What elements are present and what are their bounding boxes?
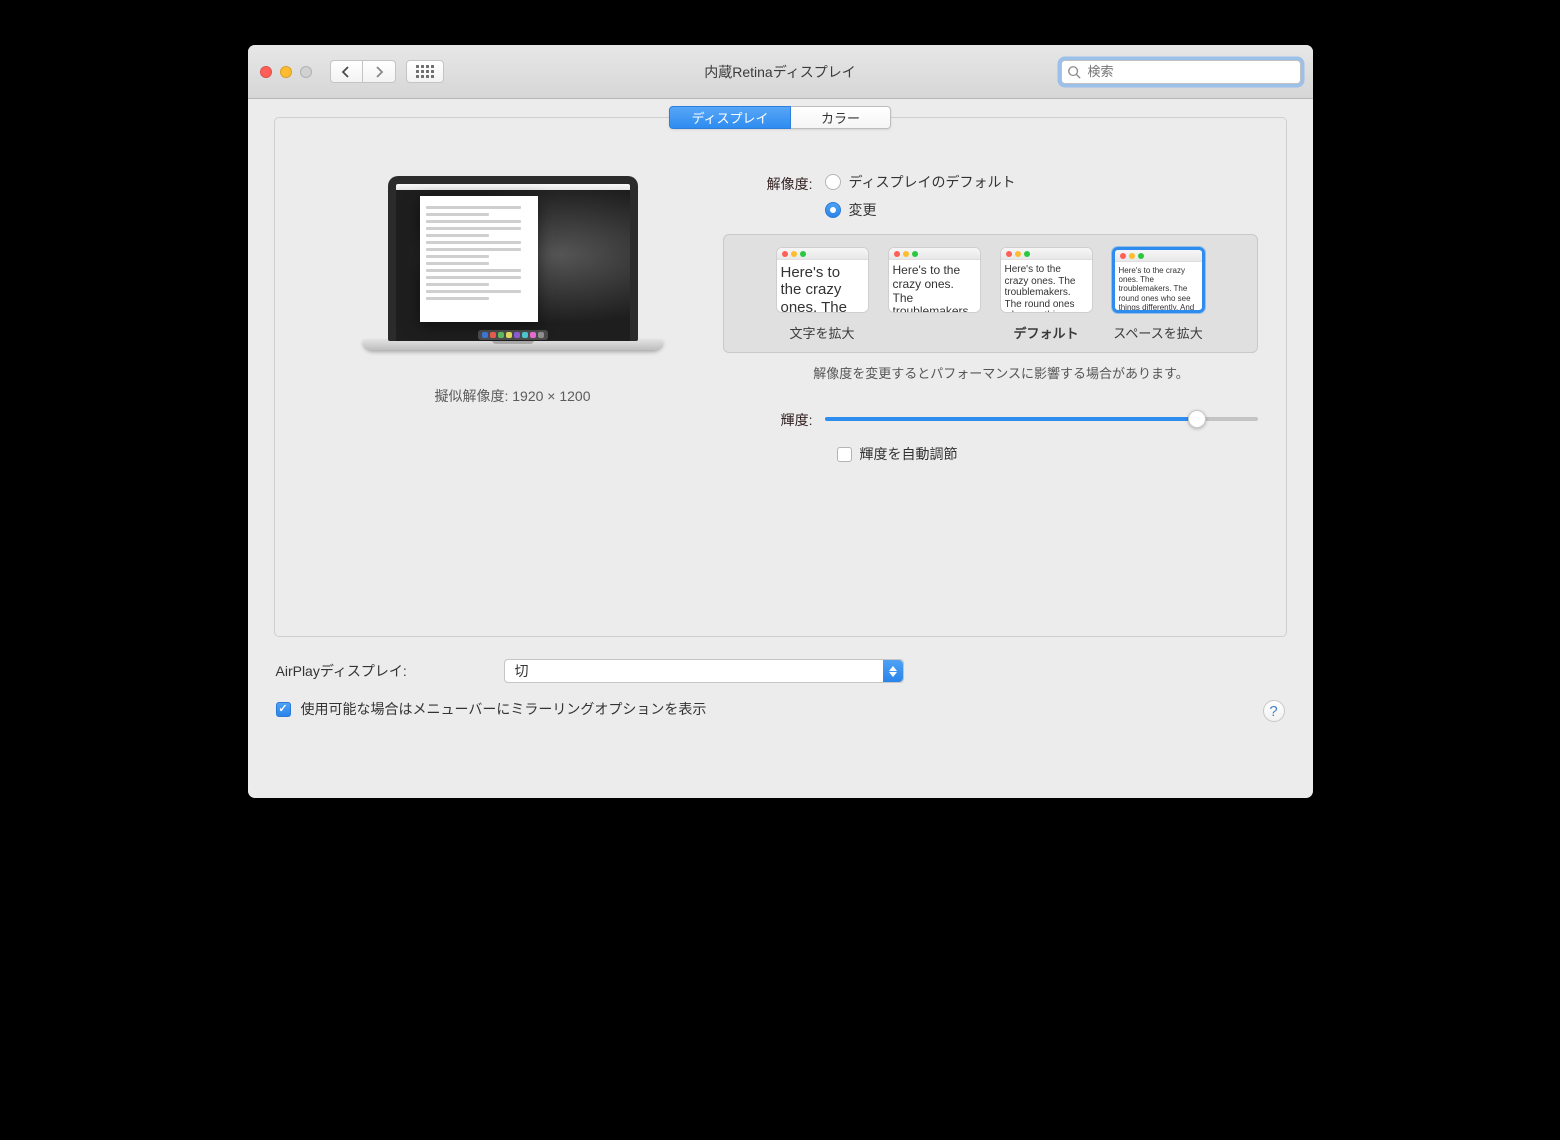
- scaling-option-larger-text[interactable]: Here's to the crazy ones. The troublemak…: [774, 247, 870, 342]
- show-all-button[interactable]: [406, 60, 444, 83]
- tab-display[interactable]: ディスプレイ: [669, 106, 791, 129]
- checkbox-box-icon: [837, 447, 852, 462]
- radio-default-for-display[interactable]: ディスプレイのデフォルト: [825, 172, 1016, 192]
- scaling-option-2[interactable]: Here's to the crazy ones. The troublemak…: [886, 247, 982, 342]
- back-button[interactable]: [330, 60, 363, 83]
- scaling-option-default[interactable]: Here's to the crazy ones. The troublemak…: [998, 247, 1094, 342]
- settings-column: 解像度: ディスプレイのデフォルト 変更: [743, 172, 1258, 464]
- scaling-caption: 文字を拡大: [789, 323, 854, 342]
- search-icon: [1067, 65, 1081, 79]
- footer: AirPlayディスプレイ: 切 使用可能な場合はメニューバーにミラーリングオプ…: [274, 659, 1287, 719]
- forward-button[interactable]: [363, 60, 396, 83]
- macbook-base: [363, 340, 663, 350]
- chevron-left-icon: [341, 66, 351, 78]
- resolution-caption: 擬似解像度: 1920 × 1200: [434, 386, 590, 406]
- display-panel: ディスプレイ カラー: [274, 117, 1287, 637]
- macbook-preview: [388, 176, 638, 341]
- panel-inner: 擬似解像度: 1920 × 1200 解像度: ディスプレイのデフォルト: [275, 118, 1286, 486]
- preferences-window: 内蔵Retinaディスプレイ ディスプレイ カラー: [248, 45, 1313, 798]
- grid-icon: [416, 65, 434, 78]
- zoom-window-button: [300, 66, 312, 78]
- scaling-picker: Here's to the crazy ones. The troublemak…: [723, 234, 1258, 353]
- radio-label: 変更: [849, 200, 877, 220]
- radio-label: ディスプレイのデフォルト: [849, 172, 1016, 192]
- resolution-row: 解像度: ディスプレイのデフォルト 変更: [743, 172, 1258, 220]
- performance-warning: 解像度を変更するとパフォーマンスに影響する場合があります。: [745, 363, 1258, 382]
- tabs: ディスプレイ カラー: [669, 106, 891, 129]
- scaling-option-more-space[interactable]: Here's to the crazy ones. The troublemak…: [1110, 247, 1206, 342]
- brightness-slider[interactable]: [825, 409, 1258, 429]
- scaling-thumbs: Here's to the crazy ones. The troublemak…: [738, 247, 1243, 342]
- search-input[interactable]: [1061, 60, 1301, 84]
- mirroring-checkbox[interactable]: 使用可能な場合はメニューバーにミラーリングオプションを表示 ?: [276, 699, 1285, 719]
- content-area: ディスプレイ カラー: [248, 99, 1313, 798]
- checkbox-box-icon: [276, 702, 291, 717]
- resolution-radios: ディスプレイのデフォルト 変更: [825, 172, 1016, 220]
- close-window-button[interactable]: [260, 66, 272, 78]
- scaling-caption: スペースを拡大: [1113, 323, 1202, 342]
- airplay-label: AirPlayディスプレイ:: [276, 661, 504, 681]
- thumb-sample: Here's to the crazy ones. The troublemak…: [1119, 266, 1198, 313]
- tab-color[interactable]: カラー: [791, 106, 891, 129]
- resolution-label: 解像度:: [743, 172, 825, 220]
- airplay-value: 切: [515, 661, 529, 681]
- checkbox-label: 使用可能な場合はメニューバーにミラーリングオプションを表示: [301, 699, 707, 719]
- help-button[interactable]: ?: [1263, 700, 1285, 722]
- search-wrap: [1061, 60, 1301, 84]
- auto-brightness-checkbox[interactable]: 輝度を自動調節: [837, 444, 1258, 464]
- minimize-window-button[interactable]: [280, 66, 292, 78]
- airplay-select[interactable]: 切: [504, 659, 904, 683]
- checkbox-label: 輝度を自動調節: [860, 444, 958, 464]
- thumb-sample: Here's to the crazy ones. The troublemak…: [1005, 264, 1088, 313]
- titlebar: 内蔵Retinaディスプレイ: [248, 45, 1313, 99]
- window-controls: [260, 66, 312, 78]
- select-arrows-icon: [883, 660, 903, 682]
- airplay-row: AirPlayディスプレイ: 切: [276, 659, 1285, 683]
- chevron-right-icon: [374, 66, 384, 78]
- thumb-sample: Here's to the crazy ones. The troublemak…: [893, 264, 976, 313]
- nav-buttons: [330, 60, 396, 83]
- scaling-caption: デフォルト: [1013, 323, 1078, 342]
- brightness-row: 輝度:: [743, 408, 1258, 430]
- brightness-label: 輝度:: [743, 408, 825, 430]
- radio-scaled[interactable]: 変更: [825, 200, 1016, 220]
- scaling-caption: _: [930, 323, 937, 338]
- preview-column: 擬似解像度: 1920 × 1200: [303, 172, 723, 464]
- thumb-sample: Here's to the crazy ones. The troublemak…: [781, 264, 864, 313]
